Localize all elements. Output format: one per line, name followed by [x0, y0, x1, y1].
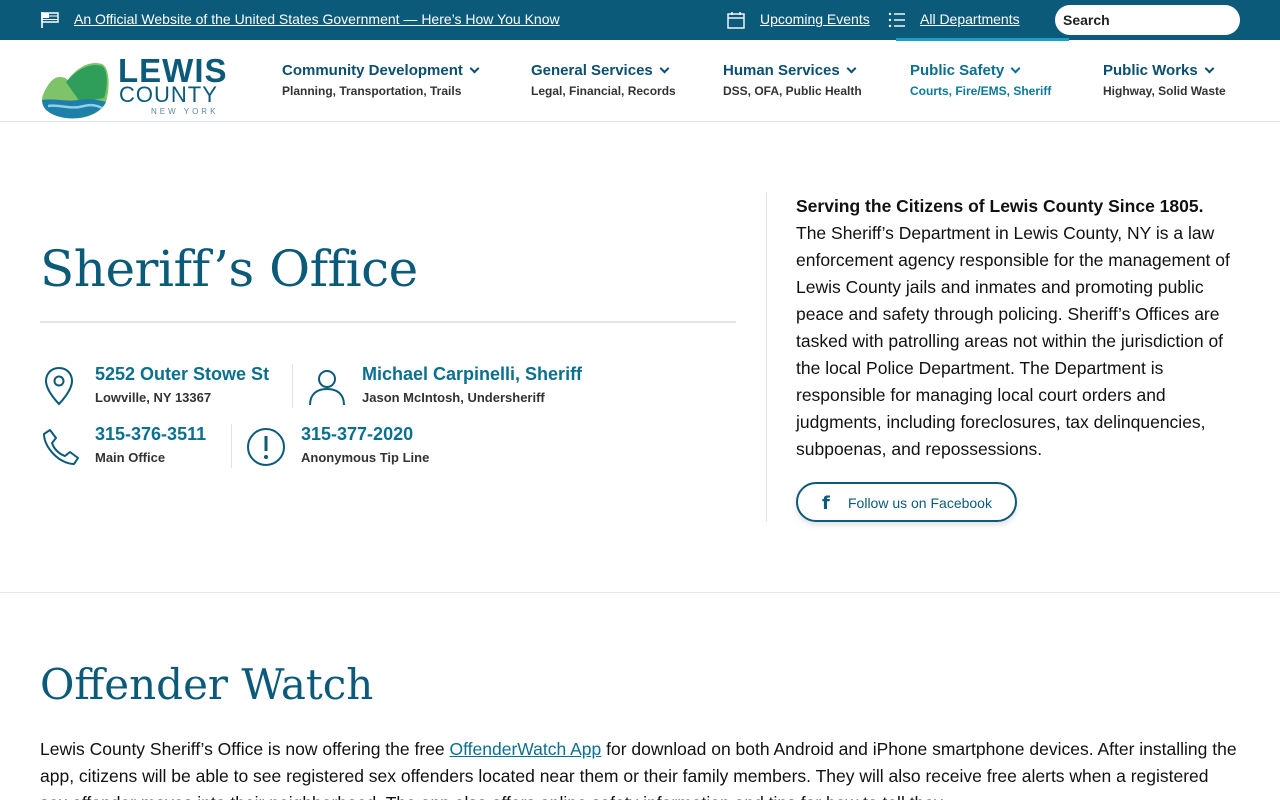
nav-subtitle: DSS, OFA, Public Health — [723, 84, 862, 98]
nav-title: General Services — [531, 62, 653, 79]
address-link[interactable]: 5252 Outer Stowe St — [95, 364, 269, 385]
tip-line-phone-link[interactable]: 315-377-2020 — [301, 424, 413, 445]
nav-subtitle: Legal, Financial, Records — [531, 84, 676, 98]
active-nav-indicator — [896, 38, 1069, 41]
person-icon — [309, 370, 345, 406]
main-phone-link[interactable]: 315-376-3511 — [95, 424, 206, 445]
nav-human-services[interactable]: Human Services DSS, OFA, Public Health — [723, 62, 862, 98]
lewis-county-logo[interactable]: LEWIS COUNTY NEW YORK — [40, 52, 230, 119]
about-body: The Sheriff’s Department in Lewis County… — [796, 223, 1230, 459]
map-pin-icon — [44, 366, 74, 406]
column-divider — [766, 192, 767, 522]
chevron-down-icon — [1204, 63, 1215, 74]
phone-contact: 315-376-3511 Main Office — [40, 424, 230, 470]
logo-mark-icon — [42, 62, 109, 119]
tip-line-contact: 315-377-2020 Anonymous Tip Line — [246, 424, 476, 470]
site-header: LEWIS COUNTY NEW YORK Community Developm… — [0, 38, 1280, 122]
logo-text-county: COUNTY — [119, 82, 218, 107]
chevron-down-icon — [1010, 63, 1021, 74]
contact-divider — [292, 364, 293, 408]
nav-public-safety[interactable]: Public Safety Courts, Fire/EMS, Sheriff — [910, 62, 1051, 98]
phone-icon — [43, 429, 79, 465]
main-phone-label: Main Office — [95, 450, 166, 465]
offender-watch-paragraph: Lewis County Sheriff’s Office is now off… — [40, 736, 1240, 800]
offender-watch-text-start: Lewis County Sheriff’s Office is now off… — [40, 739, 450, 759]
section-divider — [0, 592, 1280, 593]
nav-public-works[interactable]: Public Works Highway, Solid Waste — [1103, 62, 1226, 98]
contact-divider — [231, 424, 232, 468]
nav-subtitle: Planning, Transportation, Trails — [282, 84, 462, 98]
nav-general-services[interactable]: General Services Legal, Financial, Recor… — [531, 62, 676, 98]
upcoming-events-link[interactable]: Upcoming Events — [760, 11, 870, 27]
title-divider — [40, 321, 736, 323]
all-departments-link[interactable]: All Departments — [920, 11, 1020, 27]
list-icon — [888, 12, 905, 28]
nav-title: Human Services — [723, 62, 840, 79]
nav-title: Public Works — [1103, 62, 1198, 79]
undersheriff-name: Jason McIntosh, Undersheriff — [362, 390, 545, 405]
chevron-down-icon — [846, 63, 857, 74]
nav-title: Public Safety — [910, 62, 1005, 79]
nav-community-development[interactable]: Community Development Planning, Transpor… — [282, 62, 480, 98]
sheriff-name-link[interactable]: Michael Carpinelli, Sheriff — [362, 364, 582, 385]
facebook-button[interactable]: f Follow us on Facebook — [796, 482, 1017, 522]
chevron-down-icon — [469, 63, 480, 74]
facebook-icon: f — [822, 493, 830, 514]
nav-title: Community Development — [282, 62, 463, 79]
page-title: Sheriff’s Office — [40, 240, 418, 298]
about-text: Serving the Citizens of Lewis County Sin… — [796, 193, 1236, 463]
address-city: Lowville, NY 13367 — [95, 390, 212, 405]
nav-subtitle: Courts, Fire/EMS, Sheriff — [910, 84, 1052, 98]
nav-subtitle: Highway, Solid Waste — [1103, 84, 1226, 98]
search-input[interactable] — [1055, 5, 1240, 35]
flag-icon — [41, 12, 59, 28]
official-website-link[interactable]: An Official Website of the United States… — [74, 11, 560, 27]
about-lead: Serving the Citizens of Lewis County Sin… — [796, 196, 1204, 216]
offenderwatch-app-link[interactable]: OffenderWatch App — [450, 739, 602, 759]
tip-line-label: Anonymous Tip Line — [301, 450, 430, 465]
facebook-button-label: Follow us on Facebook — [848, 495, 992, 511]
sheriff-contact: Michael Carpinelli, Sheriff Jason McInto… — [307, 364, 607, 410]
chevron-down-icon — [659, 63, 670, 74]
gov-banner: An Official Website of the United States… — [0, 0, 1280, 40]
logo-text-new-york: NEW YORK — [151, 107, 219, 116]
address-contact: 5252 Outer Stowe St Lowville, NY 13367 — [40, 364, 290, 410]
calendar-icon — [727, 12, 745, 29]
offender-watch-heading: Offender Watch — [40, 660, 374, 709]
alert-icon — [247, 428, 285, 466]
